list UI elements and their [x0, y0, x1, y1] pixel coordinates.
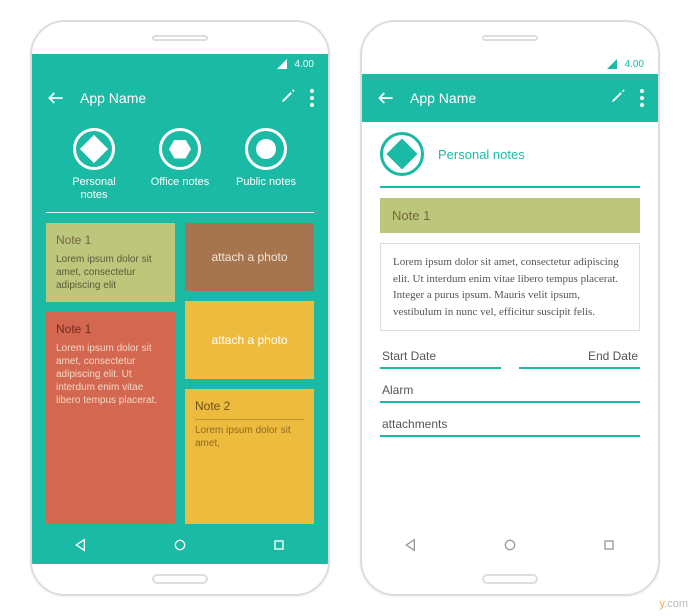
phone-home-area: [32, 564, 328, 594]
app-title: App Name: [410, 90, 596, 106]
note-body-field[interactable]: Lorem ipsum dolor sit amet, consectetur …: [380, 243, 640, 331]
signal-icon: [607, 59, 617, 69]
attach-photo-card[interactable]: attach a photo: [185, 223, 314, 291]
category-label: Personal notes: [63, 176, 125, 202]
phone-home-area: [362, 564, 658, 594]
back-button[interactable]: [46, 88, 66, 108]
nav-back-icon[interactable]: [403, 537, 419, 558]
category-personal[interactable]: Personal notes: [63, 128, 125, 202]
content-area: Personal notes Note 1 Lorem ipsum dolor …: [362, 122, 658, 530]
note-card[interactable]: Note 2 Lorem ipsum dolor sit amet,: [185, 389, 314, 524]
category-badge: [380, 132, 424, 176]
signal-icon: [277, 59, 287, 69]
edit-icon[interactable]: [610, 88, 626, 109]
end-date-field[interactable]: End Date: [519, 345, 640, 369]
nav-home-icon[interactable]: [172, 537, 188, 558]
nav-back-icon[interactable]: [73, 537, 89, 558]
phone-speaker-area: [362, 22, 658, 54]
content-area: Personal notes Office notes Public notes…: [32, 122, 328, 530]
note-body: Lorem ipsum dolor sit amet, consectetur …: [56, 342, 165, 407]
diamond-icon: [80, 135, 108, 163]
note-title-field[interactable]: Note 1: [380, 198, 640, 233]
divider: [380, 186, 640, 188]
hexagon-icon: [169, 140, 191, 159]
app-title: App Name: [80, 90, 266, 106]
attach-label: attach a photo: [211, 333, 287, 349]
nav-recent-icon[interactable]: [271, 537, 287, 558]
note-body: Lorem ipsum dolor sit amet,: [195, 424, 304, 450]
note-category-header: Personal notes: [380, 132, 640, 176]
attach-photo-card[interactable]: attach a photo: [185, 301, 314, 379]
category-label: Office notes: [151, 176, 210, 189]
diamond-icon: [386, 138, 417, 169]
note-card[interactable]: Note 1 Lorem ipsum dolor sit amet, conse…: [46, 223, 175, 302]
status-time: 4.00: [295, 59, 314, 70]
status-time: 4.00: [625, 59, 644, 70]
start-date-field[interactable]: Start Date: [380, 345, 501, 369]
nav-home-icon[interactable]: [502, 537, 518, 558]
overflow-menu-icon[interactable]: [310, 89, 314, 107]
phone-mockup-detail: 4.00 App Name Personal notes Note 1 Lore…: [360, 20, 660, 596]
note-title: Note 1: [56, 233, 165, 249]
phone-speaker-area: [32, 22, 328, 54]
alarm-field[interactable]: Alarm: [380, 379, 640, 403]
attach-label: attach a photo: [211, 250, 287, 266]
watermark: y.com: [659, 598, 688, 610]
edit-icon[interactable]: [280, 88, 296, 109]
category-public[interactable]: Public notes: [235, 128, 297, 202]
category-office[interactable]: Office notes: [149, 128, 211, 202]
note-title: Note 1: [56, 322, 165, 338]
phone-mockup-list: 4.00 App Name Personal notes Office note…: [30, 20, 330, 596]
status-bar: 4.00: [362, 54, 658, 74]
android-nav-bar: [362, 530, 658, 564]
app-bar: App Name: [362, 74, 658, 122]
note-title: Note 2: [195, 399, 304, 420]
attachments-field[interactable]: attachments: [380, 413, 640, 437]
notes-grid: Note 1 Lorem ipsum dolor sit amet, conse…: [46, 223, 314, 524]
category-name: Personal notes: [438, 147, 525, 162]
category-label: Public notes: [236, 176, 296, 189]
circle-icon: [256, 139, 276, 159]
note-card[interactable]: Note 1 Lorem ipsum dolor sit amet, conse…: [46, 312, 175, 524]
status-bar: 4.00: [32, 54, 328, 74]
nav-recent-icon[interactable]: [601, 537, 617, 558]
back-button[interactable]: [376, 88, 396, 108]
category-row: Personal notes Office notes Public notes: [46, 122, 314, 212]
app-bar: App Name: [32, 74, 328, 122]
overflow-menu-icon[interactable]: [640, 89, 644, 107]
divider: [46, 212, 314, 213]
note-body: Lorem ipsum dolor sit amet, consectetur …: [56, 253, 165, 292]
android-nav-bar: [32, 530, 328, 564]
